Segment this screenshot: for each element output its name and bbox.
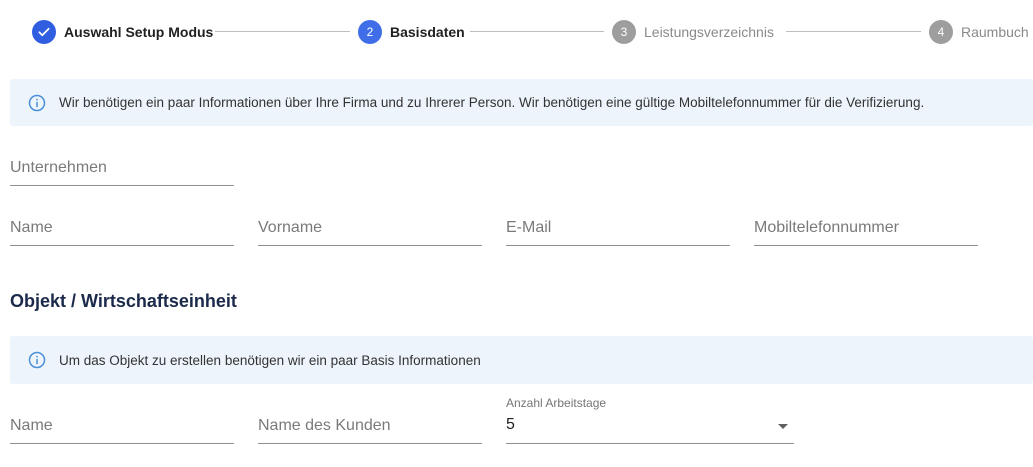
- vorname-field-wrapper: [258, 204, 482, 246]
- step-basisdaten[interactable]: 2 Basisdaten: [358, 19, 465, 45]
- workdays-value: 5: [506, 416, 515, 433]
- name-field-wrapper: [10, 204, 234, 246]
- unternehmen-input[interactable]: [10, 156, 234, 186]
- customer-name-field-wrapper: [258, 402, 482, 444]
- step-auswahl-setup-modus[interactable]: Auswahl Setup Modus: [32, 19, 213, 45]
- object-section-title: Objekt / Wirtschaftseinheit: [10, 291, 237, 311]
- step-label: Basisdaten: [390, 24, 465, 40]
- check-icon: [32, 20, 56, 44]
- object-info-text: Um das Objekt zu erstellen benötigen wir…: [59, 352, 481, 368]
- object-name-input[interactable]: [10, 414, 234, 444]
- step-raumbuch[interactable]: 4 Raumbuch: [929, 19, 1029, 45]
- setup-stepper: Auswahl Setup Modus 2 Basisdaten 3 Leist…: [0, 0, 1033, 62]
- workdays-select-box[interactable]: 5: [506, 414, 794, 444]
- info-icon: [28, 351, 46, 369]
- step-divider: [786, 31, 921, 32]
- step-number: 3: [612, 20, 636, 44]
- step-label: Raumbuch: [961, 24, 1029, 40]
- dropdown-arrow-icon[interactable]: [778, 424, 788, 429]
- info-icon: [28, 94, 46, 111]
- step-label: Leistungsverzeichnis: [644, 24, 774, 40]
- workdays-select[interactable]: Anzahl Arbeitstage 5: [506, 396, 794, 444]
- vorname-input[interactable]: [258, 216, 482, 246]
- customer-name-input[interactable]: [258, 414, 482, 444]
- name-input[interactable]: [10, 216, 234, 246]
- object-info-banner: Um das Objekt zu erstellen benötigen wir…: [10, 336, 1033, 384]
- workdays-label: Anzahl Arbeitstage: [506, 396, 607, 410]
- company-info-text: Wir benötigen ein paar Informationen übe…: [59, 95, 925, 110]
- unternehmen-field-wrapper: [10, 144, 234, 186]
- step-number: 4: [929, 20, 953, 44]
- step-divider: [215, 31, 350, 32]
- email-input[interactable]: [506, 216, 730, 246]
- email-field-wrapper: [506, 204, 730, 246]
- step-number: 2: [358, 20, 382, 44]
- step-divider: [470, 31, 604, 32]
- mobile-phone-input[interactable]: [754, 216, 978, 246]
- object-name-field-wrapper: [10, 402, 234, 444]
- mobile-field-wrapper: [754, 204, 978, 246]
- step-label: Auswahl Setup Modus: [64, 24, 214, 40]
- step-leistungsverzeichnis[interactable]: 3 Leistungsverzeichnis: [612, 19, 774, 45]
- company-info-banner: Wir benötigen ein paar Informationen übe…: [10, 79, 1033, 126]
